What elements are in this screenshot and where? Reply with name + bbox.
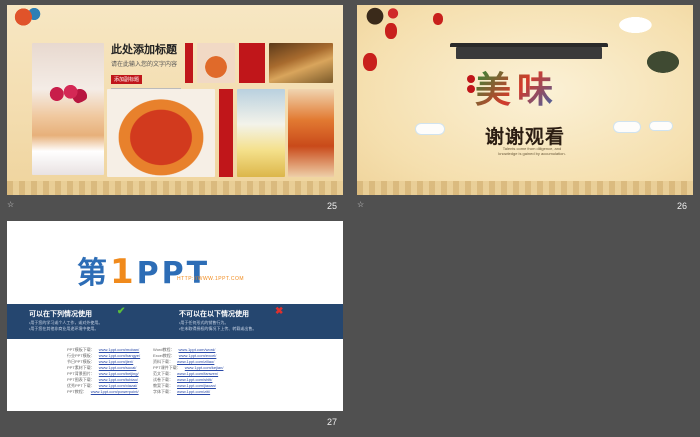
check-icon: ✔: [117, 306, 126, 317]
brand-logo: 第1PPT: [77, 252, 211, 292]
resource-link[interactable]: www.1ppt.com/powerpoint/: [91, 389, 139, 394]
resource-link[interactable]: www.1ppt.com/beijing/: [99, 371, 139, 376]
cloud-decoration: [415, 123, 445, 135]
resource-link[interactable]: www.1ppt.com/xiazai/: [99, 383, 137, 388]
link-label: PPT教程：: [67, 389, 87, 394]
cross-icon: ✖: [275, 306, 284, 317]
link-row: PPT教程： www.1ppt.com/powerpoint/: [67, 389, 139, 395]
main-title: 美味: [475, 69, 560, 111]
logo-url: HTTP://WWW.1PPT.COM: [177, 276, 244, 282]
slide-star-icon: ☆: [357, 200, 365, 209]
resource-link[interactable]: www.1ppt.com/tubiao/: [99, 377, 138, 382]
slide-tag: 添加副标题: [111, 75, 143, 84]
forbidden-line: •在未取得授权的情况下上传、转载或出售。: [179, 326, 257, 331]
resource-link[interactable]: www.1ppt.com/moban/: [99, 347, 139, 352]
allowed-title: 可以在下列情况使用: [29, 311, 92, 318]
link-label: PPT课件下载：: [153, 365, 181, 370]
pattern-border: [7, 181, 343, 195]
red-divider: [239, 43, 265, 83]
slide-26-thumbnail[interactable]: 美味 谢谢观看 Talents come from diligence, and…: [357, 5, 693, 195]
slide-title: 此处添加标题: [111, 44, 177, 56]
link-label: PPT背景图片：: [67, 371, 95, 376]
link-row: 字体下载： www.1ppt.com/ziti/: [153, 389, 210, 395]
resource-link[interactable]: www.1ppt.com/fanwen/: [177, 371, 218, 376]
resource-link[interactable]: www.1ppt.com/shiti/: [177, 377, 212, 382]
cloud-decoration: [649, 121, 673, 131]
lantern-icon: [385, 23, 397, 39]
resource-link[interactable]: www.1ppt.com/jiaoan/: [177, 383, 216, 388]
link-label: 行业PPT模板：: [67, 353, 95, 358]
link-label: Excel教程：: [153, 353, 175, 358]
slide-subtitle: 请在此输入您的文字内容: [111, 62, 178, 68]
resource-link[interactable]: www.1ppt.com/ziti/: [177, 389, 210, 394]
cloud-decoration: [613, 121, 641, 133]
link-label: 试卷下载：: [153, 377, 173, 382]
link-label: 节日PPT模板：: [67, 359, 95, 364]
link-label: 资料下载：: [153, 359, 173, 364]
slide-27-thumbnail[interactable]: 第1PPT HTTP://WWW.1PPT.COM 可以在下列情况使用 ✔ •用…: [7, 221, 343, 411]
link-label: PPT模板下载：: [67, 347, 95, 352]
seal-icon: [467, 75, 475, 83]
roof-eave-decoration: [450, 43, 608, 59]
ice-cream-photo: [237, 89, 285, 177]
lantern-icon: [363, 53, 377, 71]
resource-link[interactable]: www.1ppt.com/sucai/: [99, 365, 137, 370]
usage-band: 可以在下列情况使用 ✔ •用于您的学习或个人工作，或对外使用。 •用于您在其他非…: [7, 304, 343, 339]
raspberries: [43, 83, 89, 105]
slide-star-icon: ☆: [7, 200, 15, 209]
shrimp-photo: [197, 43, 235, 83]
lantern-icon: [433, 13, 443, 25]
pancake-photo: [32, 43, 104, 175]
red-divider: [185, 43, 193, 83]
slide-number: 26: [677, 201, 688, 211]
link-label: 字体下载：: [153, 389, 173, 394]
slide-25-thumbnail[interactable]: 此处添加标题 请在此输入您的文字内容 添加副标题: [7, 5, 343, 195]
link-label: 教案下载：: [153, 383, 173, 388]
slide-number: 25: [327, 201, 338, 211]
pine-decoration: [635, 43, 691, 81]
resource-link[interactable]: www.1ppt.com/jieri/: [99, 359, 133, 364]
link-label: PPT图表下载：: [67, 377, 95, 382]
crane-decoration: [603, 9, 657, 41]
english-quote: Talents come from diligence, and knowled…: [498, 146, 566, 156]
allowed-line: •用于您在其他非商业用途环境中使用。: [29, 326, 99, 331]
resource-link[interactable]: www.1ppt.com/hangye/: [99, 353, 140, 358]
resource-link[interactable]: www.1ppt.com/word/: [178, 347, 215, 352]
link-label: Word教程：: [153, 347, 175, 352]
resource-link[interactable]: www.1ppt.com/kejian/: [185, 365, 224, 370]
link-label: 优秀PPT下载：: [67, 383, 95, 388]
grilled-prawns-photo: [288, 89, 334, 177]
seal-icon: [467, 85, 475, 93]
resource-link[interactable]: www.1ppt.com/ziliao/: [177, 359, 214, 364]
pattern-border: [357, 181, 693, 195]
slide-number: 27: [327, 417, 338, 427]
resource-link[interactable]: www.1ppt.com/excel/: [179, 353, 217, 358]
link-label: 范文下载：: [153, 371, 173, 376]
thanks-text: 谢谢观看: [485, 126, 566, 148]
link-label: PPT素材下载：: [67, 365, 95, 370]
red-divider: [219, 89, 233, 177]
tteokbokki-photo: [107, 89, 215, 177]
maple-leaves-decoration: [9, 5, 45, 35]
forbidden-title: 不可以在以下情况使用: [179, 311, 249, 318]
toast-photo: [269, 43, 333, 83]
